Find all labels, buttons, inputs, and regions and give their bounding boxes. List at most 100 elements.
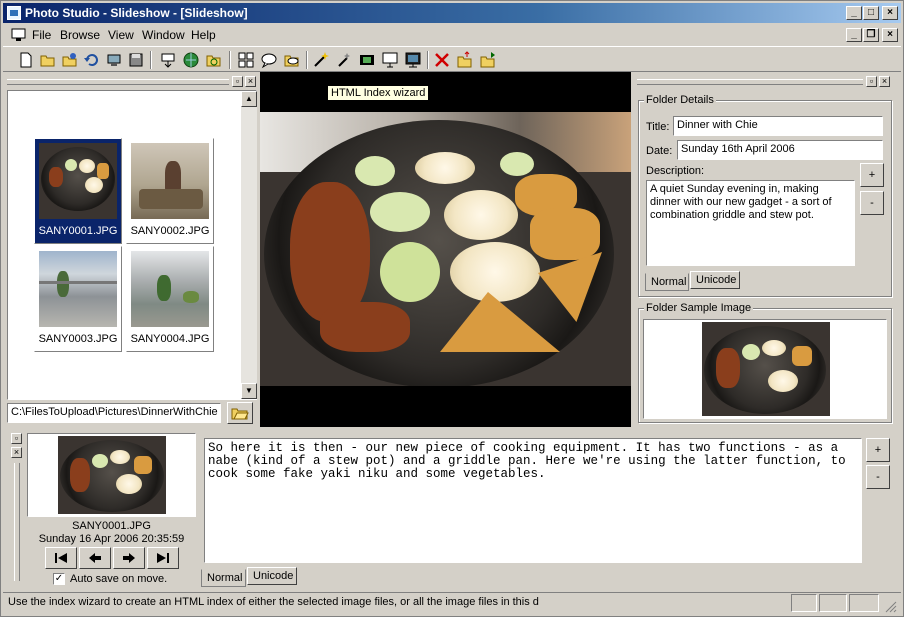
- refresh-folder-icon[interactable]: [204, 50, 224, 70]
- remove-button[interactable]: -: [860, 191, 884, 215]
- status-text: Use the index wizard to create an HTML i…: [8, 596, 539, 608]
- arrow-left-icon: [89, 553, 101, 563]
- date-input[interactable]: Sunday 16th April 2006: [677, 140, 883, 160]
- autosave-checkbox[interactable]: ✓: [53, 573, 65, 585]
- copy-to-folder-icon[interactable]: [455, 50, 475, 70]
- save-icon[interactable]: [126, 50, 146, 70]
- toolbar: [3, 46, 901, 72]
- caption-textarea[interactable]: So here it is then - our new piece of co…: [204, 438, 862, 563]
- new-icon[interactable]: [16, 50, 36, 70]
- menu-view[interactable]: View: [108, 28, 134, 42]
- panel-restore-button[interactable]: ▫: [232, 76, 243, 87]
- caption-add-button[interactable]: +: [866, 438, 890, 462]
- image-preview[interactable]: HTML Index wizard: [260, 72, 631, 427]
- arrow-right-icon: [123, 553, 135, 563]
- child-restore-button[interactable]: ❐: [863, 28, 879, 42]
- status-cell: [849, 594, 879, 612]
- folder-path-input[interactable]: C:\FilesToUpload\Pictures\DinnerWithChie: [7, 403, 221, 423]
- menu-browse[interactable]: Browse: [60, 28, 100, 42]
- wand-icon[interactable]: [311, 50, 331, 70]
- delete-icon[interactable]: [432, 50, 452, 70]
- next-image-button[interactable]: [113, 547, 145, 569]
- current-datetime: Sunday 16 Apr 2006 20:35:59: [38, 533, 185, 545]
- child-minimize-button[interactable]: _: [846, 28, 862, 42]
- thumbnail-caption: SANY0001.JPG: [38, 225, 118, 237]
- caption-tab-normal[interactable]: Normal: [201, 569, 246, 587]
- panel-restore-button[interactable]: ▫: [11, 433, 22, 444]
- fullscreen-icon[interactable]: [403, 50, 423, 70]
- add-button[interactable]: +: [860, 163, 884, 187]
- last-image-button[interactable]: [147, 547, 179, 569]
- details-panel-grip[interactable]: ▫ ×: [637, 76, 893, 87]
- panel-restore-button[interactable]: ▫: [866, 76, 877, 87]
- tab-unicode[interactable]: Unicode: [690, 271, 740, 289]
- thumbnail-item[interactable]: SANY0004.JPG: [126, 246, 214, 352]
- browser-panel-grip[interactable]: ▫ ×: [7, 76, 257, 87]
- caption-remove-button[interactable]: -: [866, 465, 890, 489]
- thumbnail-caption: SANY0004.JPG: [130, 333, 210, 345]
- menu-window[interactable]: Window: [142, 28, 185, 42]
- skip-last-icon: [157, 553, 169, 563]
- menu-help[interactable]: Help: [191, 28, 216, 42]
- preview-photo: [260, 112, 631, 386]
- tab-normal[interactable]: Normal: [645, 273, 689, 291]
- first-image-button[interactable]: [45, 547, 77, 569]
- browse-folder-button[interactable]: [227, 402, 253, 424]
- title-bar[interactable]: Photo Studio - Slideshow - [Slideshow] _…: [3, 3, 901, 23]
- open-folder-icon[interactable]: [38, 50, 58, 70]
- undo-icon[interactable]: [82, 50, 102, 70]
- bottom-panel-grip[interactable]: ▫ ×: [11, 433, 23, 583]
- folder-sample-frame[interactable]: [643, 319, 887, 419]
- document-icon[interactable]: [11, 28, 27, 42]
- previous-image-button[interactable]: [79, 547, 111, 569]
- thumbnail-caption: SANY0003.JPG: [38, 333, 118, 345]
- globe-icon[interactable]: [181, 50, 201, 70]
- network-icon[interactable]: [104, 50, 124, 70]
- title-input[interactable]: Dinner with Chie: [673, 116, 883, 136]
- download-icon[interactable]: [158, 50, 178, 70]
- caption-tab-unicode[interactable]: Unicode: [247, 567, 297, 585]
- grid-view-icon[interactable]: [236, 50, 256, 70]
- description-label: Description:: [646, 165, 705, 177]
- panel-close-button[interactable]: ×: [11, 447, 22, 458]
- scroll-up-button[interactable]: ▲: [241, 91, 257, 107]
- scroll-down-button[interactable]: ▼: [241, 383, 257, 399]
- thumbnail-item[interactable]: SANY0003.JPG: [34, 246, 122, 352]
- resize-grip-icon[interactable]: [883, 599, 897, 613]
- close-button[interactable]: ×: [882, 6, 898, 20]
- caption-icon[interactable]: [259, 50, 279, 70]
- skip-first-icon: [55, 553, 67, 563]
- panel-close-button[interactable]: ×: [245, 76, 256, 87]
- thumbnail-image: [131, 143, 209, 219]
- thumbnail-item[interactable]: SANY0001.JPG: [34, 138, 122, 244]
- thumbnail-scrollbar[interactable]: ▲ ▼: [241, 91, 257, 399]
- tooltip: HTML Index wizard: [327, 85, 430, 101]
- child-close-button[interactable]: ×: [882, 28, 898, 42]
- autosave-label: Auto save on move.: [70, 573, 168, 585]
- current-filename: SANY0001.JPG: [72, 520, 151, 532]
- app-icon: [7, 6, 21, 20]
- thumbnail-image: [39, 143, 117, 219]
- folder-sample-label: Folder Sample Image: [644, 302, 754, 314]
- current-image-frame[interactable]: [27, 433, 196, 517]
- thumbnail-item[interactable]: SANY0002.JPG: [126, 138, 214, 244]
- move-to-folder-icon[interactable]: [478, 50, 498, 70]
- html-wizard-icon[interactable]: [334, 50, 354, 70]
- slideshow-icon[interactable]: [380, 50, 400, 70]
- window-title: Photo Studio - Slideshow - [Slideshow]: [25, 6, 248, 20]
- folder-details-label: Folder Details: [644, 94, 716, 106]
- menu-file[interactable]: File: [32, 28, 51, 42]
- film-icon[interactable]: [357, 50, 377, 70]
- status-cell: [819, 594, 847, 612]
- minimize-button[interactable]: _: [846, 6, 862, 20]
- thumbnail-image: [39, 251, 117, 327]
- thumbnail-caption: SANY0002.JPG: [130, 225, 210, 237]
- description-textarea[interactable]: A quiet Sunday evening in, making dinner…: [646, 180, 855, 266]
- open-image-icon[interactable]: [60, 50, 80, 70]
- panel-close-button[interactable]: ×: [879, 76, 890, 87]
- folder-caption-icon[interactable]: [282, 50, 302, 70]
- thumbnail-image: [131, 251, 209, 327]
- maximize-button[interactable]: □: [863, 6, 879, 20]
- title-label: Title:: [646, 121, 670, 133]
- thumbnail-browser[interactable]: SANY0001.JPG SANY0002.JPG SANY0003.JPG S…: [7, 90, 257, 400]
